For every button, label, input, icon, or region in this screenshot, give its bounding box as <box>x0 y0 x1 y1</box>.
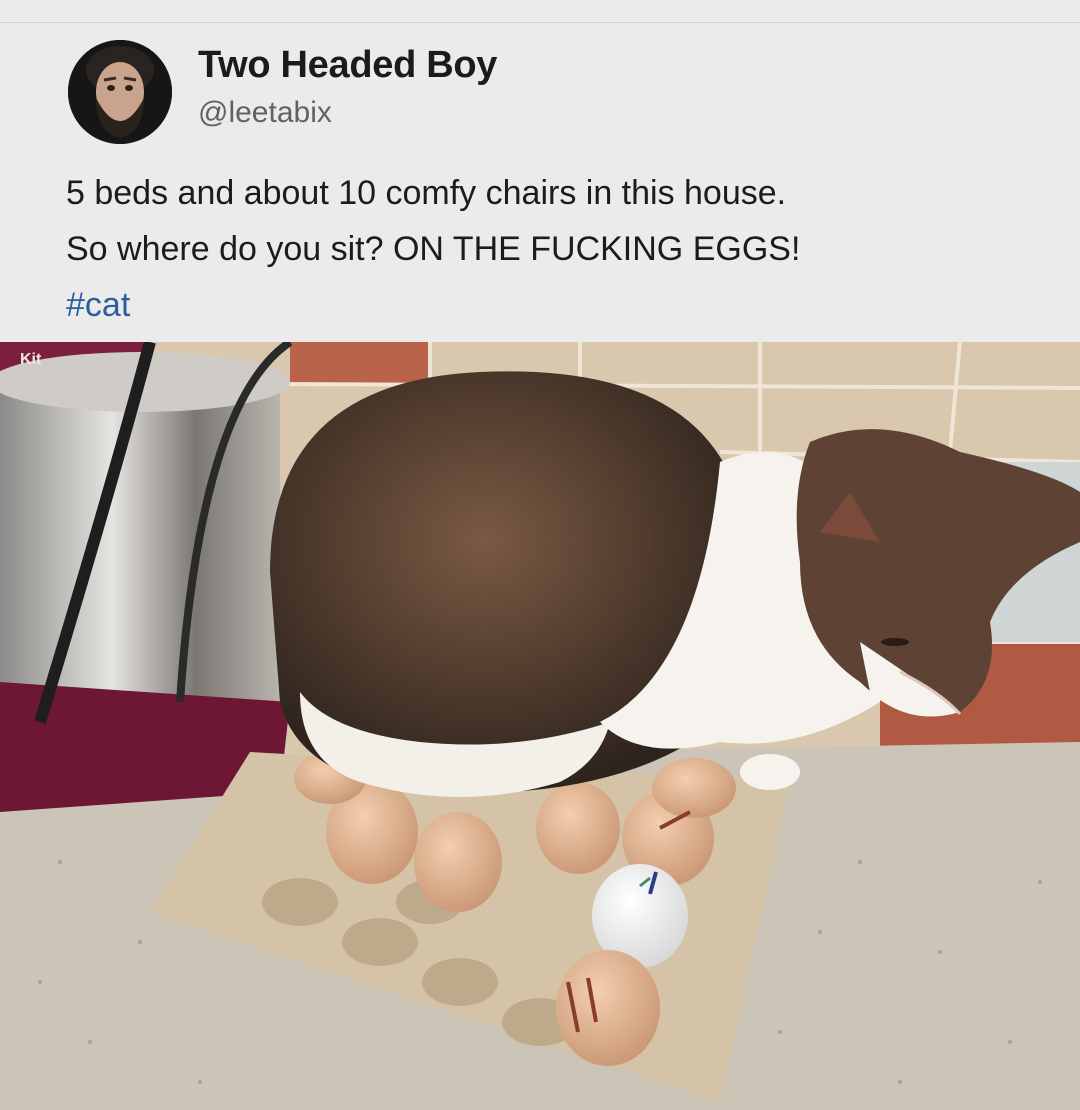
avatar[interactable] <box>68 40 172 144</box>
avatar-portrait-icon <box>68 40 172 144</box>
author-handle[interactable]: @leetabix <box>198 96 332 130</box>
hashtag-link[interactable]: #cat <box>66 286 130 325</box>
photo-icon: Kit <box>0 342 1080 1110</box>
divider <box>0 22 1080 23</box>
author-name[interactable]: Two Headed Boy <box>198 44 497 87</box>
post-photo[interactable]: Kit <box>0 342 1080 1110</box>
tweet-header: Two Headed Boy @leetabix 5 beds and abou… <box>0 0 1080 342</box>
mixer-brand-label: Kit <box>20 351 42 368</box>
post-text-line-1: 5 beds and about 10 comfy chairs in this… <box>66 174 787 212</box>
post-text-line-2: So where do you sit? ON THE FUCKING EGGS… <box>66 230 801 268</box>
